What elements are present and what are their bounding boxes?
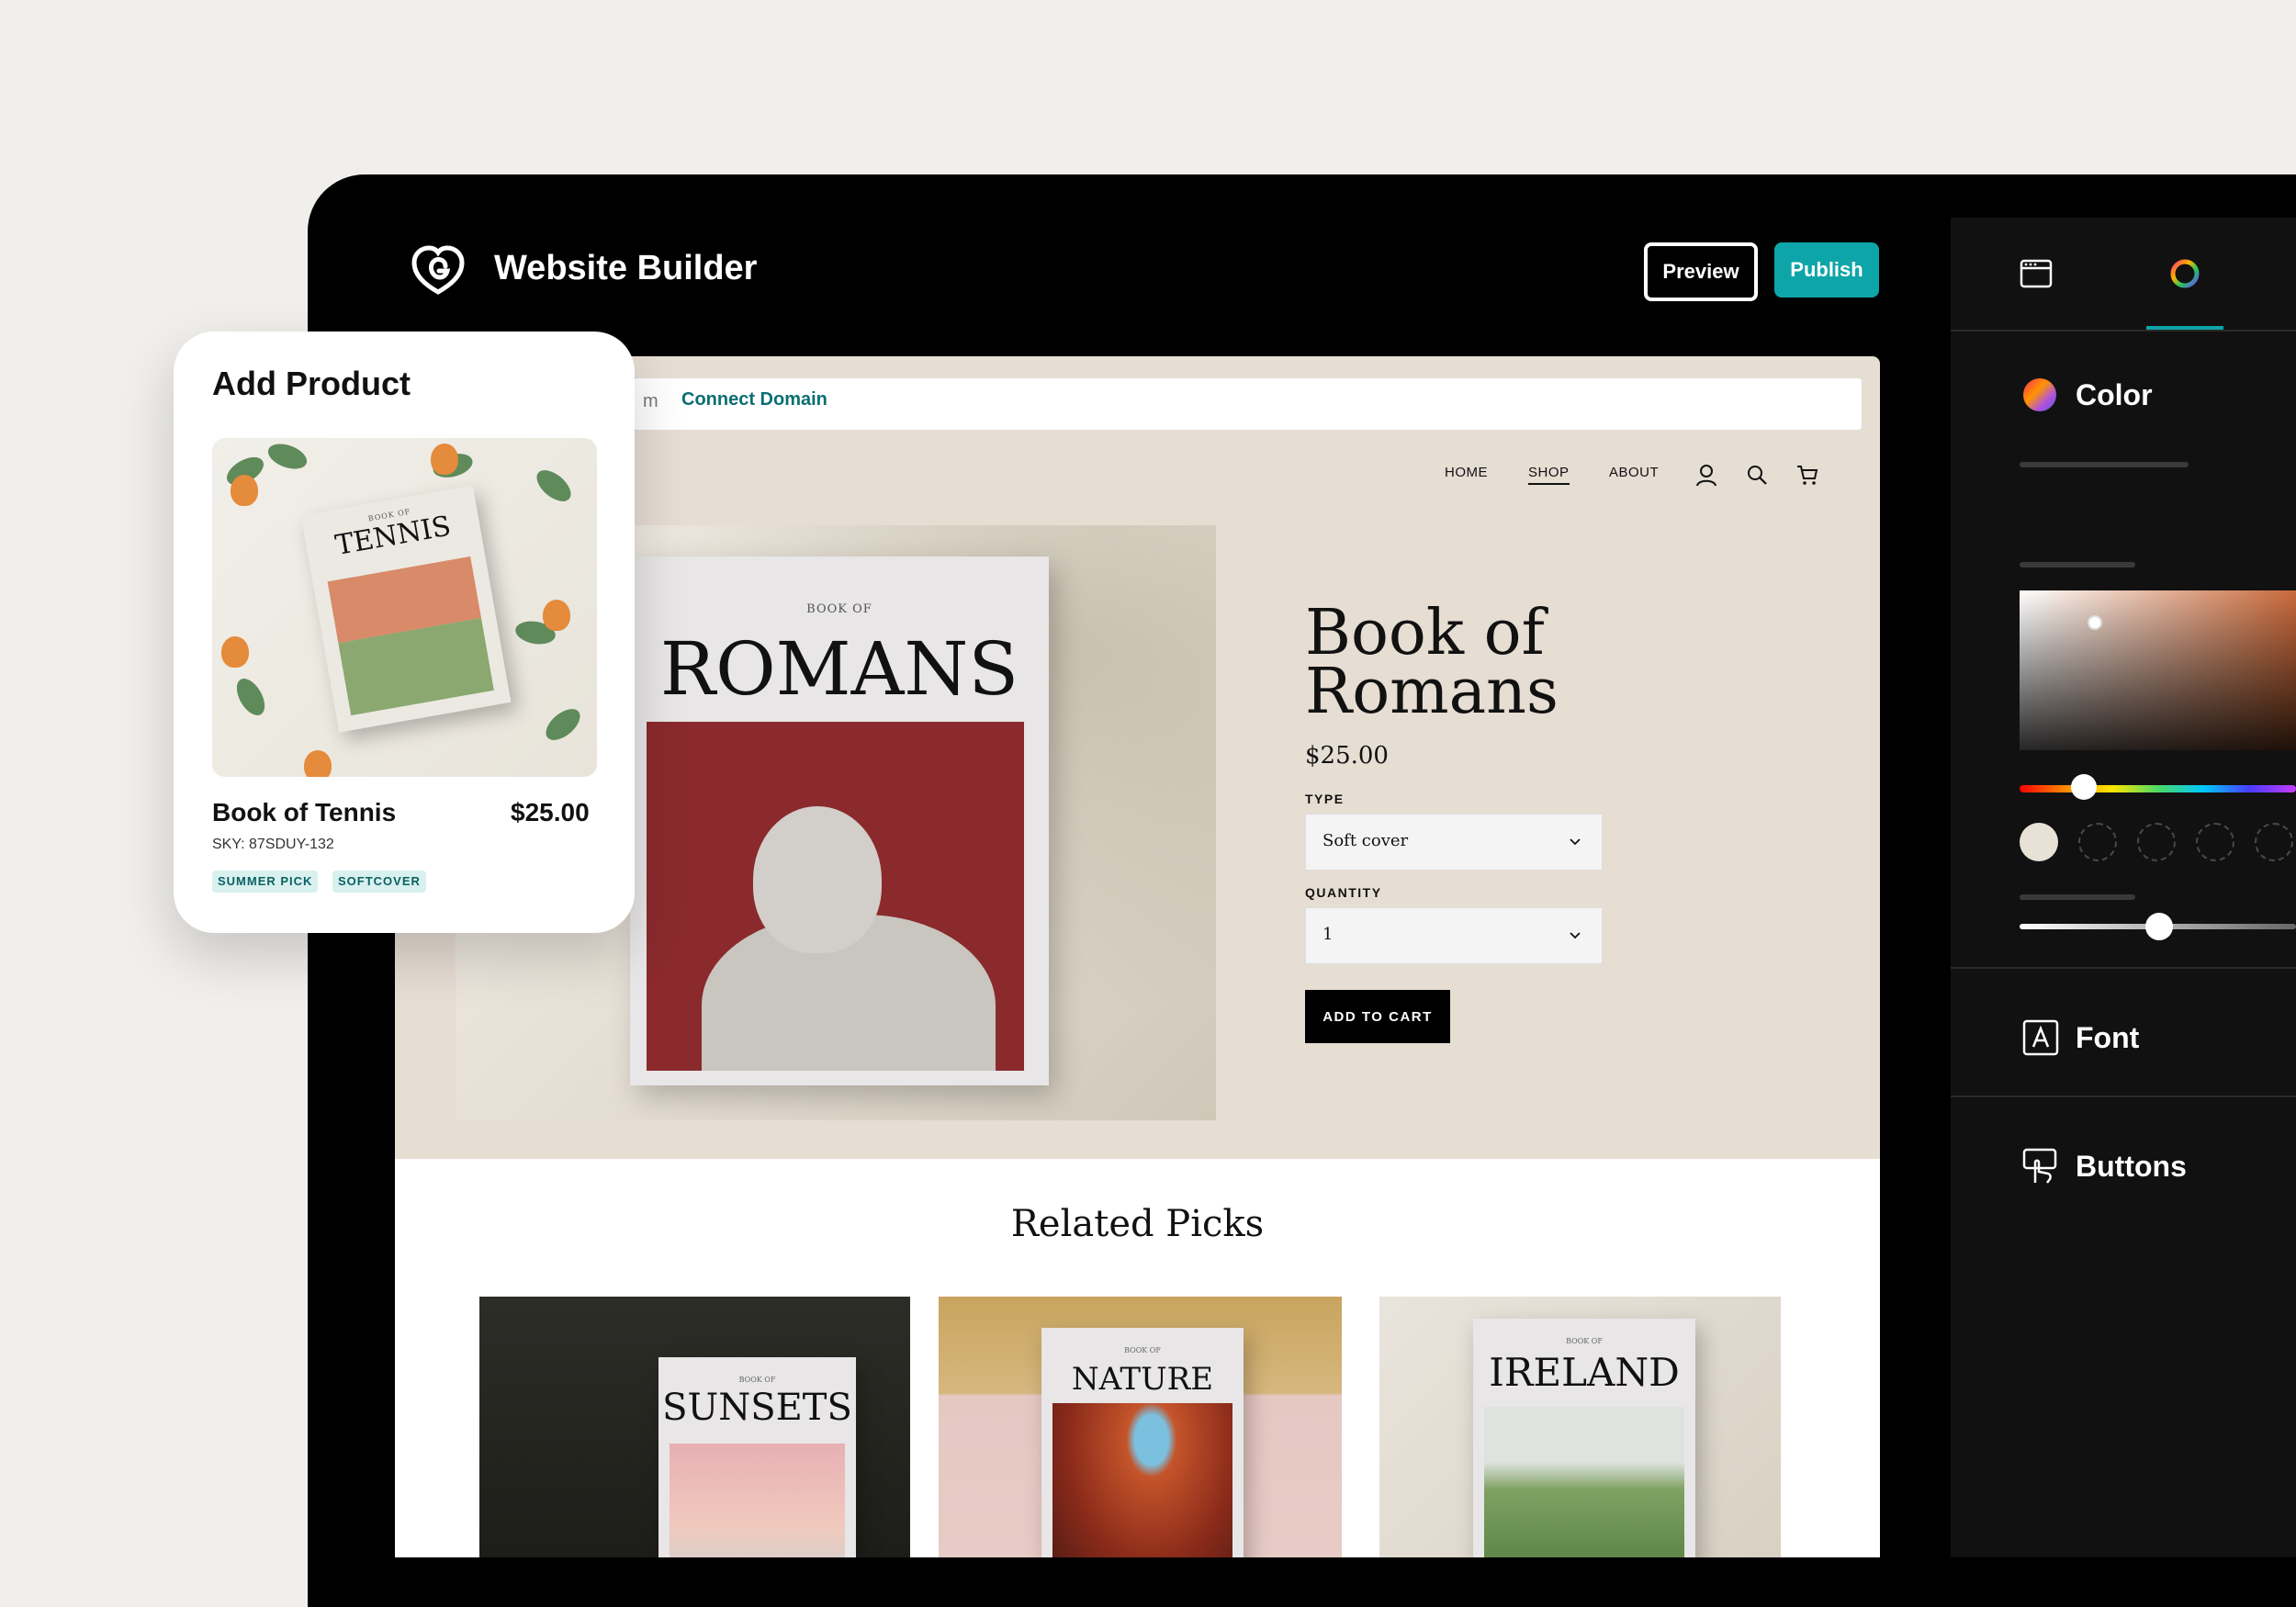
opacity-label-bar	[2020, 894, 2135, 900]
url-text: m	[643, 391, 658, 411]
book-cover-nature: BOOK OF NATURE	[1041, 1328, 1244, 1557]
cart-icon[interactable]	[1795, 463, 1819, 487]
product-price: $25.00	[1305, 742, 1389, 770]
builder-logo-icon	[411, 245, 465, 295]
publish-button[interactable]: Publish	[1774, 242, 1879, 298]
design-panel: Color Font Buttons	[1951, 218, 2296, 1557]
book-cover-tennis: BOOK OF TENNIS	[300, 485, 512, 733]
leaf	[231, 673, 271, 721]
empty-color-slot[interactable]	[2196, 823, 2234, 861]
cover-subtitle: BOOK OF	[738, 1376, 776, 1384]
product-title: Book of Romans	[1305, 597, 1559, 728]
connect-domain-link[interactable]: Connect Domain	[681, 389, 827, 410]
leaf	[531, 464, 577, 508]
type-select-value: Soft cover	[1322, 831, 1409, 850]
type-select[interactable]: Soft cover	[1305, 814, 1603, 871]
account-icon[interactable]	[1694, 463, 1718, 487]
chevron-down-icon	[1570, 932, 1581, 939]
cover-artwork	[1484, 1407, 1684, 1557]
panel-divider	[1951, 967, 2296, 969]
flower	[231, 475, 258, 506]
add-product-card: Add Product BOOK OF TENNIS Book of Tenni…	[174, 332, 635, 933]
book-cover-ireland: BOOK OF IRELAND	[1473, 1319, 1695, 1557]
related-title: Related Picks	[1010, 1203, 1265, 1245]
app-title: Website Builder	[494, 249, 758, 287]
custom-color-label-bar	[2020, 562, 2135, 568]
font-section-title[interactable]: Font	[2076, 1019, 2139, 1056]
cover-subtitle: BOOK OF	[1124, 1346, 1161, 1354]
color-section-title[interactable]: Color	[2076, 376, 2153, 413]
related-card-nature[interactable]: BOOK OF NATURE	[939, 1297, 1342, 1557]
url-bar: m Connect Domain	[634, 378, 1862, 430]
product-price: $25.00	[511, 798, 590, 826]
related-card-ireland[interactable]: BOOK OF IRELAND	[1379, 1297, 1781, 1557]
font-icon	[2022, 1019, 2059, 1056]
related-card-sunsets[interactable]: BOOK OF SUNSETS	[479, 1297, 910, 1557]
leaf	[540, 702, 586, 747]
product-sku: SKY: 87SDUY-132	[212, 837, 334, 852]
flower	[543, 600, 570, 631]
layout-tab-icon[interactable]	[2020, 257, 2053, 290]
product-title-line: Book of	[1305, 597, 1545, 669]
book-cover-sunsets: BOOK OF SUNSETS	[658, 1357, 856, 1557]
flower	[221, 636, 249, 668]
empty-color-slot[interactable]	[2137, 823, 2176, 861]
saturation-picker[interactable]	[2020, 590, 2296, 750]
type-label: TYPE	[1305, 792, 1345, 806]
cover-title: IRELAND	[1489, 1350, 1680, 1395]
preview-button[interactable]: Preview	[1644, 242, 1758, 301]
statue-head	[753, 806, 882, 953]
buttons-section-title[interactable]: Buttons	[2076, 1148, 2187, 1185]
product-thumbnail[interactable]: BOOK OF TENNIS	[212, 438, 597, 777]
nav-home[interactable]: HOME	[1445, 465, 1488, 480]
add-product-title: Add Product	[212, 365, 411, 402]
book-cover-romans: BOOK OF ROMANS	[630, 556, 1049, 1085]
opacity-slider-handle[interactable]	[2145, 913, 2173, 940]
cover-artwork	[670, 1444, 845, 1557]
quantity-select-value: 1	[1322, 925, 1334, 944]
cover-title: ROMANS	[659, 626, 1019, 712]
cover-artwork	[1052, 1403, 1232, 1557]
buttons-icon	[2022, 1148, 2057, 1184]
cover-title: NATURE	[1071, 1361, 1214, 1398]
tag-softcover[interactable]: SOFTCOVER	[332, 871, 426, 893]
add-to-cart-button[interactable]: ADD TO CART	[1305, 990, 1450, 1043]
tag-summer-pick[interactable]: SUMMER PICK	[212, 871, 319, 893]
product-title-line: Romans	[1305, 656, 1559, 728]
cover-artwork	[647, 722, 1024, 1071]
chevron-down-icon	[1570, 838, 1581, 846]
flower	[304, 750, 332, 777]
panel-divider	[1951, 1096, 2296, 1097]
cover-subtitle: BOOK OF	[806, 602, 872, 616]
leaf	[264, 439, 310, 474]
saturation-picker-handle[interactable]	[2088, 615, 2102, 630]
palette-label-bar	[2020, 462, 2189, 467]
quantity-select[interactable]: 1	[1305, 907, 1603, 964]
nav-shop[interactable]: SHOP	[1528, 465, 1570, 485]
hue-slider-handle[interactable]	[2071, 774, 2097, 800]
quantity-label: QUANTITY	[1305, 885, 1382, 900]
selected-color-swatch[interactable]	[2020, 823, 2058, 861]
color-wheel-icon	[2023, 378, 2056, 411]
theme-tab-icon[interactable]	[2168, 257, 2201, 290]
empty-color-slot[interactable]	[2078, 823, 2117, 861]
cover-title: SUNSETS	[662, 1387, 852, 1429]
related-section: Related Picks BOOK OF SUNSETS BOOK OF NA…	[395, 1159, 1880, 1557]
panel-tabs	[1951, 218, 2296, 332]
nav-about[interactable]: ABOUT	[1609, 465, 1659, 480]
product-name: Book of Tennis	[212, 798, 397, 826]
flower	[431, 444, 458, 475]
cover-subtitle: BOOK OF	[1566, 1337, 1603, 1345]
hue-slider[interactable]	[2020, 785, 2296, 792]
active-tab-indicator	[2146, 326, 2223, 330]
empty-color-slot[interactable]	[2255, 823, 2293, 861]
search-icon[interactable]	[1745, 463, 1769, 487]
